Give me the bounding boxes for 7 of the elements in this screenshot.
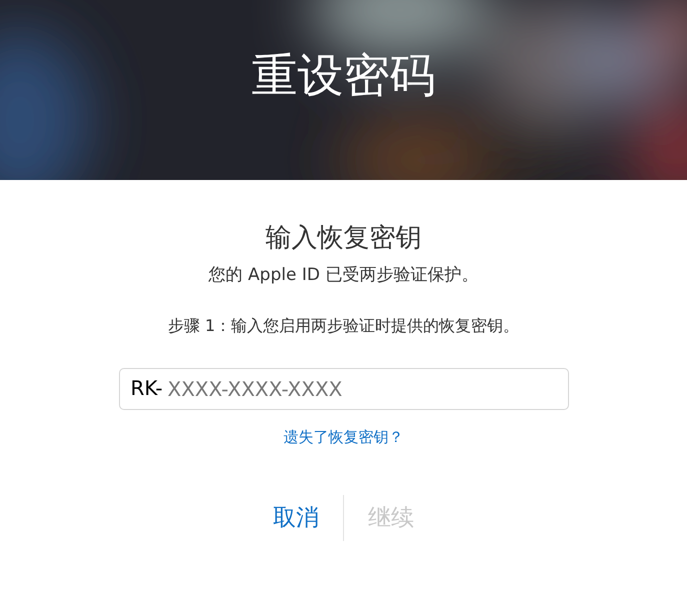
lost-key-link[interactable]: 遗失了恢复密钥？: [284, 426, 404, 448]
cancel-button[interactable]: 取消: [249, 494, 343, 541]
subtitle-text: 您的 Apple ID 已受两步验证保护。: [208, 267, 478, 284]
key-prefix: RK-: [130, 376, 163, 400]
page-title: 重设密码: [252, 52, 436, 104]
instruction-text: 步骤 1：输入您启用两步验证时提供的恢复密钥。: [168, 318, 520, 334]
section-heading: 输入恢复密钥: [266, 225, 422, 251]
